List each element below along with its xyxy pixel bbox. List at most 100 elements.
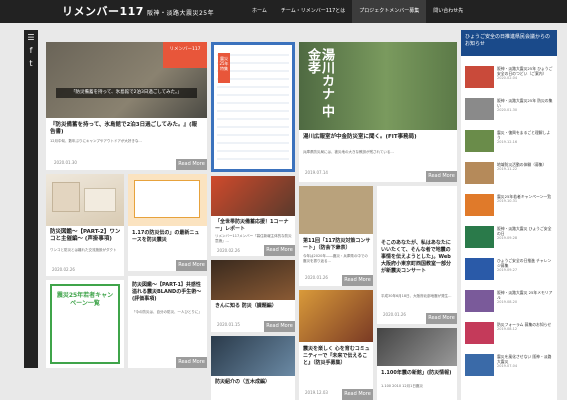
- nav-recruit[interactable]: プロジェクトメンバー募集: [352, 0, 427, 23]
- post-card[interactable]: 震災25年若者キャンペーン一覧: [46, 280, 124, 368]
- post-card[interactable]: 1.100年震の新館」(防災情報) 1.100 2010 12月1日震災: [377, 328, 457, 400]
- thumbnail-caption: 湯川カナ 中金孝: [305, 48, 334, 118]
- post-date: 2020.02.26: [217, 248, 240, 253]
- sidebar-news-item[interactable]: 阪神・淡路大震災25年 防災の集い 2020.01.30: [465, 96, 555, 124]
- news-thumbnail: [465, 130, 494, 152]
- post-thumbnail[interactable]: [211, 260, 295, 300]
- post-thumbnail[interactable]: [377, 328, 457, 366]
- post-thumbnail[interactable]: 湯川カナ 中金孝: [299, 42, 457, 130]
- sidebar-news-item[interactable]: 震災を風化させない 阪神・淡路大震災 2019.07.04: [465, 352, 555, 380]
- news-text: 震災25年若者キャンペーン一覧 2019.10.31: [497, 194, 551, 203]
- post-thumbnail[interactable]: [299, 290, 373, 342]
- post-card[interactable]: 防災図鑑～【PART-2】ワンコと主催編～ (声掛事項) ワンコと防災とは離れた…: [46, 174, 124, 276]
- read-more-button[interactable]: Read More: [342, 389, 373, 400]
- post-title[interactable]: 「全世帯防災備蓄応援！1コーナー」レポート: [215, 219, 293, 233]
- post-title[interactable]: 防災図鑑～【PART-2】ワンコと主催編～ (声掛事項): [50, 229, 122, 243]
- sidebar-news-item[interactable]: ひょうご安全の日推進 チャレンジ募集 2019.09.27: [465, 256, 555, 284]
- sidebar-heading: ひょうご安全の日推進県民会議からのお知らせ: [461, 30, 557, 56]
- nav-contact[interactable]: 問い合わせ先: [426, 0, 470, 23]
- post-excerpt: 平成30年6月18日、大阪府北部地震が発生...: [381, 294, 452, 298]
- news-text: 震災を風化させない 阪神・淡路大震災 2019.07.04: [497, 354, 552, 368]
- hamburger-icon[interactable]: ☰: [24, 33, 38, 43]
- post-card[interactable]: リメンバー117 「防災備蓄を持って、氷島館で2泊3日過ごしてみた。」 『防災備…: [46, 42, 207, 170]
- thumbnail-caption: 「防災備蓄を持って、氷島館で2泊3日過ごしてみた。」: [56, 88, 197, 98]
- product-image: [84, 188, 116, 212]
- post-card[interactable]: そこのあなたが、私はあなたにいいたくて、そんな者で地震の事情を伝えようとした」。…: [377, 186, 457, 324]
- news-text: 防災フォーラム 募集のお知らせ 2019.08.12: [497, 322, 552, 331]
- post-thumbnail[interactable]: リメンバー117 「防災備蓄を持って、氷島館で2泊3日過ごしてみた。」: [46, 42, 207, 118]
- read-more-button[interactable]: Read More: [426, 171, 457, 182]
- post-title[interactable]: 第11回「117防災対策コンサート」（防会下衆表）: [303, 238, 371, 252]
- news-thumbnail: [465, 290, 494, 312]
- read-more-button[interactable]: Read More: [176, 159, 207, 170]
- post-title[interactable]: そこのあなたが、私はあなたにいいたくて、そんな者で地震の事情を伝えようとした」。…: [381, 240, 455, 275]
- post-card[interactable]: 防災図鑑～【PART-1】共感性溢れる震災BLANDの手生術～ (評価事項) 「…: [128, 276, 207, 368]
- sidebar-news-item[interactable]: 震災25年若者キャンペーン一覧 2019.10.31: [465, 192, 555, 220]
- news-sidebar: ひょうご安全の日推進県民会議からのお知らせ 阪神・淡路大震災25年 ひょうご安全…: [461, 30, 557, 400]
- post-date: 2020.01.26: [305, 275, 328, 280]
- read-more-button[interactable]: Read More: [264, 245, 295, 256]
- twitter-icon[interactable]: t: [24, 59, 38, 69]
- post-badge: リメンバー117: [163, 42, 207, 68]
- main-nav: ホーム チーム・リメンバー117とは プロジェクトメンバー募集 問い合わせ先: [245, 0, 470, 23]
- nav-about[interactable]: チーム・リメンバー117とは: [274, 0, 352, 23]
- read-more-button[interactable]: Read More: [342, 275, 373, 286]
- post-date: 2020.01.26: [383, 312, 406, 317]
- post-card[interactable]: 震災25年特集: [211, 42, 295, 172]
- news-thumbnail: [465, 66, 494, 88]
- post-date: 2020.01.30: [54, 160, 77, 165]
- post-date: 2019.12.03: [305, 390, 328, 395]
- post-title[interactable]: 湯川広報室が中金防災室に聞く。(FIT事務局): [303, 134, 453, 141]
- news-text: 震災・復興をまるごと理解しよう 2019.12.16: [497, 130, 551, 144]
- news-thumbnail: [465, 322, 494, 344]
- sidebar-news-item[interactable]: 阪神・淡路大震災 ひょうご安全の日 2019.09.28: [465, 224, 555, 252]
- post-card[interactable]: 震災を楽しく 心を育むコミュニティーで『未来で伝えること』（防災手募集） 201…: [299, 290, 373, 400]
- post-title[interactable]: 防災図鑑～【PART-1】共感性溢れる震災BLANDの手生術～ (評価事項): [132, 282, 204, 303]
- sidebar-news-item[interactable]: 阪神・淡路大震災 25年メモリアル 2019.08.20: [465, 288, 555, 316]
- facebook-icon[interactable]: f: [24, 46, 38, 56]
- news-text: 阪神・淡路大震災25年 ひょうご安全の日のつどい（ご案内） 2020.02.04: [497, 66, 553, 80]
- sidebar-news-item[interactable]: 地域防災活動の体験（募集） 2019.11.22: [465, 160, 555, 188]
- news-thumbnail: [465, 226, 494, 248]
- news-text: 地域防災活動の体験（募集） 2019.11.22: [497, 162, 547, 171]
- poster-image: [134, 180, 200, 218]
- page: リメンバー117 阪神・淡路大震災25年 ホーム チーム・リメンバー117とは プ…: [0, 0, 567, 400]
- post-card[interactable]: きんに知る 防災（課題編） 2020.01.15 Read More: [211, 260, 295, 332]
- post-card[interactable]: 湯川カナ 中金孝 湯川広報室が中金防災室に聞く。(FIT事務局) 兵庫県防災局に…: [299, 42, 457, 182]
- sidebar-news-item[interactable]: 震災・復興をまるごと理解しよう 2019.12.16: [465, 128, 555, 156]
- sidebar-news-item[interactable]: 防災フォーラム 募集のお知らせ 2019.08.12: [465, 320, 555, 348]
- feature-badge: 震災25年特集: [218, 53, 230, 83]
- read-more-button[interactable]: Read More: [426, 313, 457, 324]
- post-title[interactable]: 『防災備蓄を持って、氷島館で2泊3日過ごしてみた。』(報告書): [50, 122, 202, 136]
- post-thumbnail[interactable]: [299, 186, 373, 234]
- read-more-button[interactable]: Read More: [176, 357, 207, 368]
- post-date: 2019.07.14: [305, 170, 328, 175]
- post-thumbnail[interactable]: [211, 176, 295, 216]
- post-thumbnail[interactable]: 震災25年特集: [211, 42, 295, 172]
- campaign-graphic: 震災25年若者キャンペーン一覧: [50, 284, 120, 364]
- post-title[interactable]: 1.100年震の新館」(防災情報): [381, 370, 455, 377]
- social-bar: ☰ f t: [24, 30, 38, 368]
- post-title[interactable]: 防災紹介の（五木成編）: [215, 379, 293, 386]
- post-card[interactable]: 1.17の防災伝の」の最新ニュースを防災震災 Read More: [128, 174, 207, 271]
- read-more-button[interactable]: Read More: [176, 260, 207, 271]
- header-gap: [0, 23, 567, 30]
- nav-home[interactable]: ホーム: [245, 0, 274, 23]
- post-title[interactable]: 震災を楽しく 心を育むコミュニティーで『未来で伝えること』（防災手募集）: [303, 346, 371, 367]
- post-card[interactable]: 「全世帯防災備蓄応援！1コーナー」レポート リメンバー117メンバー「暮住新報主…: [211, 176, 295, 256]
- post-title[interactable]: きんに知る 防災（課題編）: [215, 303, 293, 310]
- post-thumbnail[interactable]: [46, 174, 124, 226]
- site-logo[interactable]: リメンバー117 阪神・淡路大震災25年: [62, 3, 214, 19]
- post-thumbnail[interactable]: [211, 336, 295, 376]
- post-title[interactable]: 1.17の防災伝の」の最新ニュースを防災震災: [132, 230, 204, 244]
- read-more-button[interactable]: Read More: [264, 321, 295, 332]
- sidebar-news-item[interactable]: 阪神・淡路大震災25年 ひょうご安全の日のつどい（ご案内） 2020.02.04: [465, 64, 555, 92]
- campaign-title: 震災25年若者キャンペーン一覧: [56, 292, 114, 307]
- news-thumbnail: [465, 354, 494, 376]
- post-thumbnail[interactable]: [128, 174, 207, 226]
- news-thumbnail: [465, 258, 494, 280]
- news-text: 阪神・淡路大震災 ひょうご安全の日 2019.09.28: [497, 226, 552, 240]
- post-card[interactable]: 第11回「117防災対策コンサート」（防会下衆表） 今年は2020年――震災・兵…: [299, 186, 373, 286]
- post-card[interactable]: 防災紹介の（五木成編）: [211, 336, 295, 400]
- post-excerpt: 12月中旬、数年ぶりにキャンプやアウトドアが大好きな...: [50, 139, 142, 143]
